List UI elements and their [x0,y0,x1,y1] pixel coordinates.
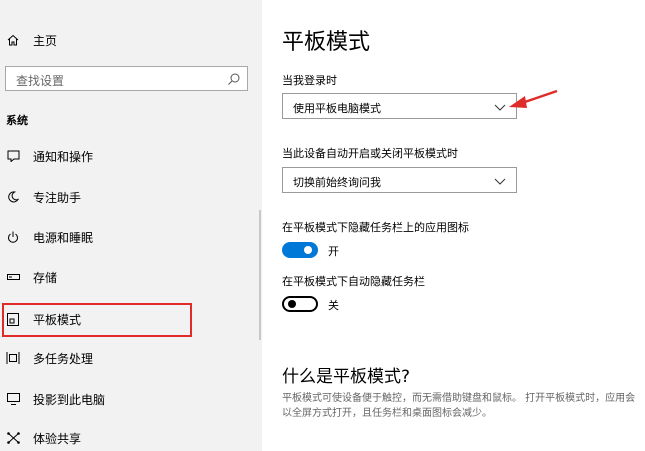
sidebar-item-storage[interactable]: 存储 [0,257,262,297]
sidebar: 主页 查找设置 系统 通知和操作 专注助手 电源和睡眠 存储 平板模式 多任务处… [0,0,262,451]
sidebar-item-label: 主页 [33,33,58,48]
sidebar-item-multitasking[interactable]: 多任务处理 [0,338,262,378]
sidebar-item-label: 存储 [33,270,58,285]
toggle-state: 开 [328,245,339,258]
sidebar-item-home[interactable]: 主页 [0,20,262,60]
sidebar-item-label: 专注助手 [33,190,82,205]
hide-icons-toggle[interactable] [282,242,318,258]
moon-icon [6,190,20,204]
search-placeholder: 查找设置 [16,74,65,88]
sidebar-item-project[interactable]: 投影到此电脑 [0,379,262,419]
auto-hide-label: 在平板模式下自动隐藏任务栏 [282,275,425,288]
page-title: 平板模式 [282,30,371,55]
auto-hide-toggle[interactable] [282,296,318,312]
section-description: 平板模式可使设备便于触控，而无需借助键盘和鼠标。 打开平板模式时，应用会以全屏方… [282,393,636,419]
toggle-state: 关 [328,299,339,312]
sidebar-item-label: 投影到此电脑 [33,392,106,407]
hide-icons-label: 在平板模式下隐藏任务栏上的应用图标 [282,221,469,234]
share-experience-icon [6,431,20,445]
auto-switch-dropdown[interactable]: 切换前始终询问我 [282,167,517,193]
section-heading: 什么是平板模式? [282,367,411,387]
sidebar-item-label: 通知和操作 [33,149,94,164]
login-mode-dropdown[interactable]: 使用平板电脑模式 [282,93,517,119]
sidebar-scrollbar[interactable] [259,210,261,340]
section-title: 系统 [6,114,28,127]
power-icon [6,230,20,244]
sidebar-item-label: 多任务处理 [33,351,94,366]
chevron-down-icon [494,175,506,185]
dropdown-value: 切换前始终询问我 [293,176,381,189]
sidebar-item-label: 电源和睡眠 [33,230,94,245]
sidebar-item-focus-assist[interactable]: 专注助手 [0,177,262,217]
sidebar-item-power[interactable]: 电源和睡眠 [0,217,262,257]
dropdown-value: 使用平板电脑模式 [293,102,381,115]
highlight-box [2,303,192,337]
project-icon [6,392,20,406]
annotation-arrow [509,89,558,108]
storage-icon [6,270,20,284]
search-input[interactable]: 查找设置 [5,66,248,91]
home-icon [6,33,20,47]
auto-switch-label: 当此设备自动开启或关闭平板模式时 [282,147,458,160]
login-label: 当我登录时 [282,74,337,87]
multitasking-icon [6,351,20,365]
notification-icon [6,149,20,163]
sidebar-item-shared-experiences[interactable]: 体验共享 [0,418,262,451]
sidebar-item-notifications[interactable]: 通知和操作 [0,136,262,176]
sidebar-item-label: 体验共享 [33,431,82,446]
main-content: 平板模式 当我登录时 使用平板电脑模式 当此设备自动开启或关闭平板模式时 切换前… [262,0,645,451]
search-icon[interactable] [227,72,241,86]
toggle-knob [288,300,296,308]
toggle-knob [304,246,312,254]
